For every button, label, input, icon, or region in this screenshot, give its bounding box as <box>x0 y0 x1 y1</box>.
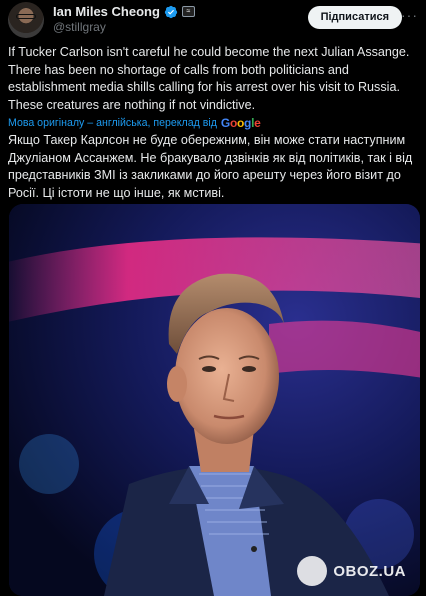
tweet-text: If Tucker Carlson isn't careful he could… <box>8 45 410 112</box>
subscribe-button[interactable]: Підписатися <box>307 6 402 29</box>
translation-attribution[interactable]: Мова оригіналу – англійська, переклад ві… <box>8 116 261 130</box>
oboz-watermark: OBOZ.UA <box>297 556 406 586</box>
tweet-photo[interactable]: OBOZ.UA <box>9 204 420 596</box>
translation-note: Мова оригіналу – англійська, переклад ві… <box>8 117 217 129</box>
author-name-row: Ian Miles Cheong ≈ <box>53 4 195 19</box>
translated-text: Якщо Такер Карлсон не буде обережним, ві… <box>8 133 413 200</box>
more-options-icon[interactable]: ··· <box>401 8 418 22</box>
verified-badge-icon <box>164 5 178 18</box>
photo-illustration <box>9 204 420 596</box>
affiliate-badge-icon: ≈ <box>181 6 195 17</box>
google-logo-icon: Google <box>220 116 261 130</box>
author-display-name[interactable]: Ian Miles Cheong <box>53 4 160 19</box>
oboz-logo-icon <box>297 556 328 586</box>
avatar-glasses <box>16 14 36 19</box>
tweet-header: Ian Miles Cheong ≈ @stillgray Підписатис… <box>8 2 418 38</box>
avatar[interactable] <box>8 2 44 38</box>
author-handle[interactable]: @stillgray <box>53 20 106 34</box>
watermark-text: OBOZ.UA <box>333 562 406 580</box>
